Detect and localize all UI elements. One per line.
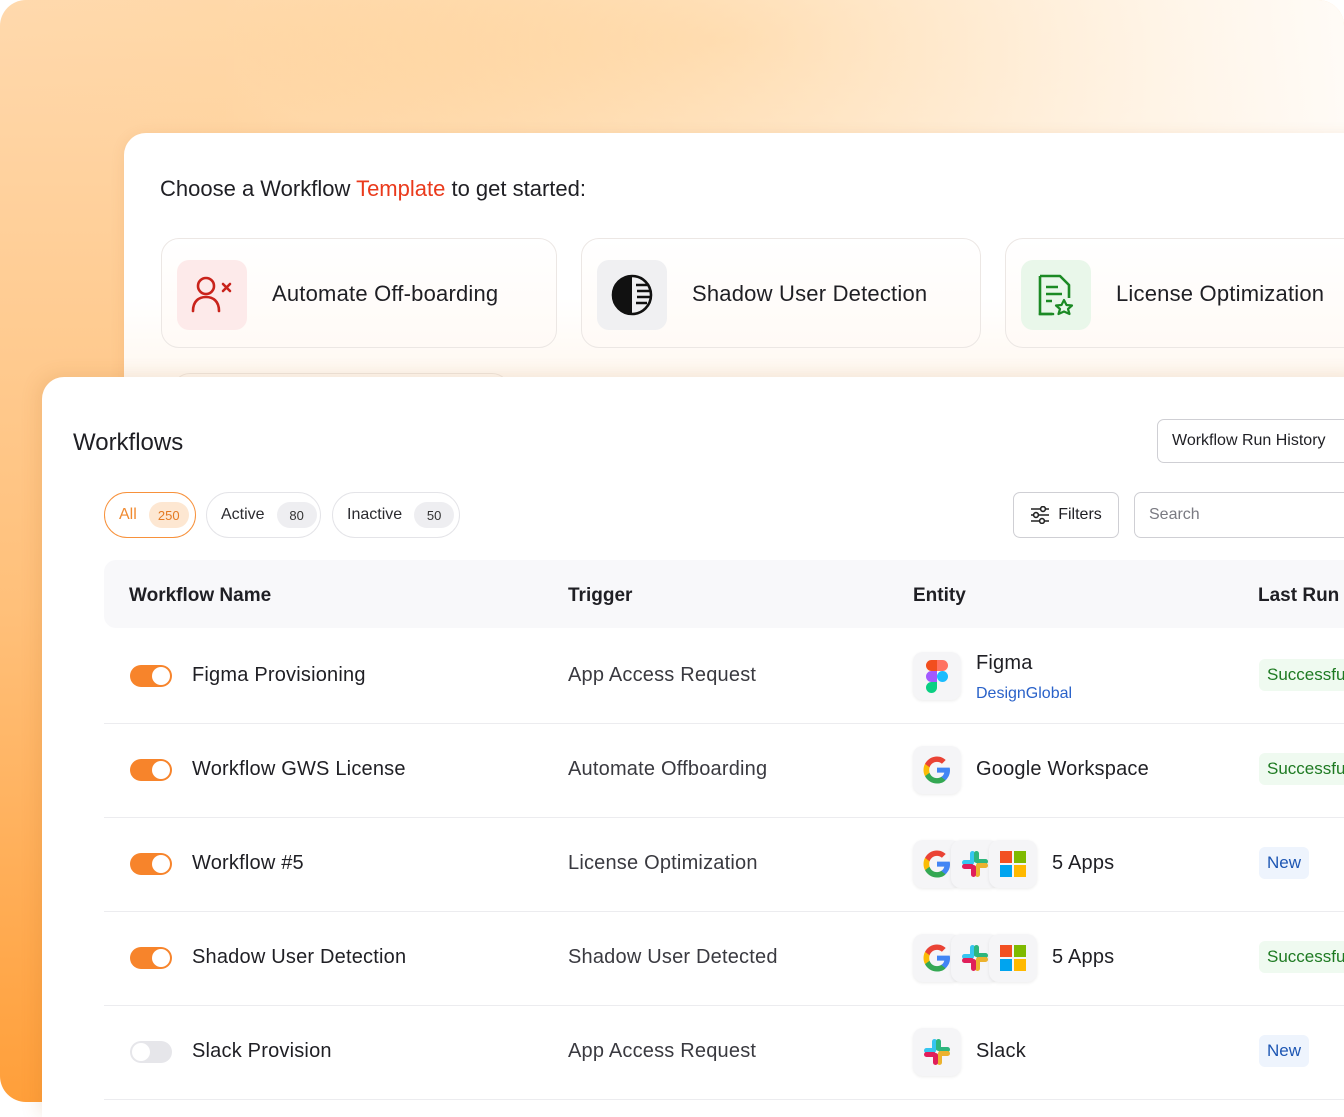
table-row[interactable]: Figma Provisioning App Access Request Fi… <box>104 629 1344 724</box>
workflow-trigger: Shadow User Detected <box>568 946 778 968</box>
tab-label: Active <box>221 506 265 523</box>
workflow-run-history-button[interactable]: Workflow Run History <box>1157 419 1344 463</box>
tab-label: Inactive <box>347 506 403 523</box>
status-badge: Successful <box>1259 941 1344 973</box>
tab-count-badge: 50 <box>414 502 455 528</box>
microsoft-logo-icon <box>989 934 1037 982</box>
template-card-license[interactable]: License Optimization <box>1005 238 1344 348</box>
search-input[interactable] <box>1134 492 1344 538</box>
workflow-enabled-toggle[interactable] <box>130 665 172 687</box>
page-title: Workflows <box>73 429 184 456</box>
figma-logo-icon <box>913 652 961 700</box>
user-remove-icon <box>177 260 247 330</box>
template-heading: Choose a Workflow Template to get starte… <box>160 176 586 201</box>
entity-name: Figma <box>976 652 1033 674</box>
workflow-trigger: Automate Offboarding <box>568 758 768 780</box>
workflow-enabled-toggle[interactable] <box>130 947 172 969</box>
tab-active[interactable]: Active 80 <box>206 492 321 538</box>
column-header-last-run[interactable]: Last Run <box>1258 585 1339 607</box>
slack-logo-icon <box>913 1028 961 1076</box>
entity-name: Slack <box>976 1040 1026 1062</box>
entity-name: 5 Apps <box>1052 946 1115 968</box>
workflow-name[interactable]: Slack Provision <box>192 1040 332 1063</box>
microsoft-logo-icon <box>989 840 1037 888</box>
tab-label: All <box>119 506 137 523</box>
template-card-label: License Optimization <box>1116 281 1325 306</box>
workflow-name[interactable]: Shadow User Detection <box>192 946 406 969</box>
status-badge: New <box>1259 1035 1310 1067</box>
column-header-workflow-name[interactable]: Workflow Name <box>129 585 271 607</box>
template-card-offboarding[interactable]: Automate Off-boarding <box>161 238 557 348</box>
sliders-icon <box>1031 506 1050 524</box>
workflow-trigger: License Optimization <box>568 852 758 874</box>
workflow-name[interactable]: Workflow GWS License <box>192 758 406 781</box>
table-header: Workflow Name Trigger Entity Last Run <box>104 560 1344 628</box>
google-logo-icon <box>913 746 961 794</box>
column-header-trigger[interactable]: Trigger <box>568 585 632 607</box>
tab-count-badge: 250 <box>148 502 189 528</box>
filters-button[interactable]: Filters <box>1013 492 1119 538</box>
entity-name: 5 Apps <box>1052 852 1115 874</box>
template-card-shadow-user[interactable]: Shadow User Detection <box>581 238 981 348</box>
status-badge: Successful <box>1259 659 1344 691</box>
template-card-label: Shadow User Detection <box>692 281 928 306</box>
entity-sub-link[interactable]: DesignGlobal <box>976 685 1072 703</box>
workflow-trigger: App Access Request <box>568 664 757 686</box>
tab-inactive[interactable]: Inactive 50 <box>332 492 460 538</box>
template-heading-accent: Template <box>356 176 446 201</box>
tab-count-badge: 80 <box>276 502 317 528</box>
workflow-name[interactable]: Figma Provisioning <box>192 664 366 687</box>
status-badge: Successful <box>1259 753 1344 785</box>
filters-label: Filters <box>1058 506 1102 523</box>
shadow-circle-icon <box>597 260 667 330</box>
workflow-enabled-toggle[interactable] <box>130 853 172 875</box>
entity-name: Google Workspace <box>976 758 1149 780</box>
status-badge: New <box>1259 847 1310 879</box>
license-document-icon <box>1021 260 1091 330</box>
tab-all[interactable]: All 250 <box>104 492 196 538</box>
workflows-panel: Workflows Workflow Run History All 250 A… <box>42 377 1344 1117</box>
workflow-enabled-toggle[interactable] <box>130 759 172 781</box>
table-row[interactable]: Workflow GWS License Automate Offboardin… <box>104 723 1344 818</box>
workflow-name[interactable]: Workflow #5 <box>192 852 304 875</box>
template-card-label: Automate Off-boarding <box>272 281 499 306</box>
table-row[interactable]: Shadow User Detection Shadow User Detect… <box>104 911 1344 1006</box>
workflow-trigger: App Access Request <box>568 1040 757 1062</box>
table-row[interactable]: Slack Provision App Access Request Slack… <box>104 1005 1344 1100</box>
table-row[interactable]: Workflow #5 License Optimization 5 Apps … <box>104 817 1344 912</box>
workflow-enabled-toggle[interactable] <box>130 1041 172 1063</box>
column-header-entity[interactable]: Entity <box>913 585 966 607</box>
